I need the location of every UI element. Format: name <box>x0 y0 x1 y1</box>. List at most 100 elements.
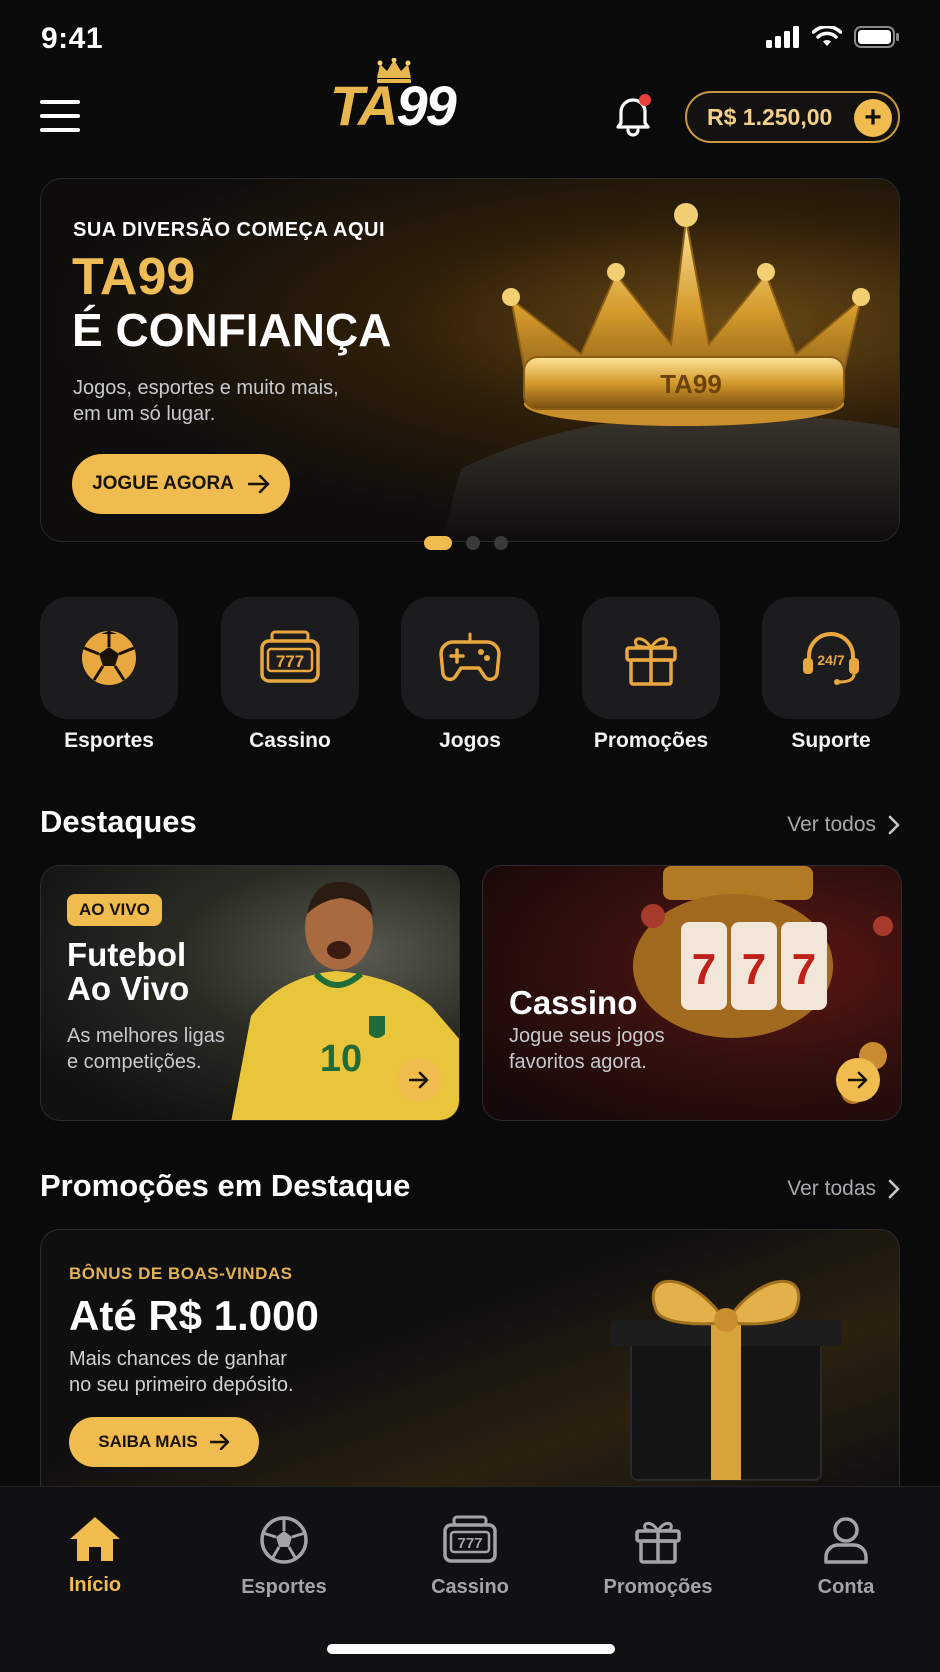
nav-inicio[interactable]: Início <box>25 1515 165 1597</box>
carousel-dot-2[interactable] <box>466 536 480 550</box>
card-subtitle-line2: e competições. <box>67 1051 202 1073</box>
gift-box-illustration <box>611 1279 841 1481</box>
notifications-button[interactable] <box>610 92 656 138</box>
nav-label: Conta <box>817 1576 875 1598</box>
category-label: Suporte <box>791 729 871 752</box>
card-subtitle: As melhores ligas e competições. <box>67 1023 225 1075</box>
arrow-right-icon <box>409 1071 429 1089</box>
svg-text:777: 777 <box>276 652 304 671</box>
crown-illustration: TA99 <box>441 203 899 541</box>
user-icon <box>824 1517 868 1564</box>
hero-title: É CONFIANÇA <box>72 304 392 356</box>
see-all-label: Ver todos <box>787 813 876 836</box>
card-title: Futebol Ao Vivo <box>67 938 189 1006</box>
promo-title: Até R$ 1.000 <box>69 1292 319 1339</box>
gift-icon <box>635 1521 681 1564</box>
svg-text:777: 777 <box>457 1535 482 1552</box>
promo-subtitle-line2: no seu primeiro depósito. <box>69 1374 294 1396</box>
chevron-right-icon <box>888 815 900 835</box>
hero-subtitle: Jogos, esportes e muito mais, em um só l… <box>73 375 393 427</box>
menu-button[interactable] <box>40 100 80 134</box>
promo-subtitle-line1: Mais chances de ganhar <box>69 1348 287 1370</box>
crown-text: TA99 <box>660 369 722 399</box>
card-subtitle-line1: Jogue seus jogos <box>509 1025 665 1047</box>
gift-icon <box>625 637 677 686</box>
category-tile: 24/7 <box>762 597 900 719</box>
category-label: Esportes <box>64 729 154 752</box>
home-icon <box>70 1517 120 1561</box>
reel-1: 7 <box>692 945 716 994</box>
category-label: Promoções <box>593 729 709 752</box>
category-tile <box>40 597 178 719</box>
status-icons <box>766 26 900 48</box>
carousel-dots <box>424 536 508 550</box>
soccer-ball-icon <box>82 631 136 685</box>
card-subtitle-line2: favoritos agora. <box>509 1051 647 1073</box>
category-label: Jogos <box>439 729 501 752</box>
headset-text: 24/7 <box>817 652 844 668</box>
carousel-dot-1[interactable] <box>424 536 452 550</box>
hero-banner[interactable]: TA99 SUA DIVERSÃO COMEÇA AQUI TA99 É CON… <box>40 178 900 542</box>
battery-icon <box>854 26 899 48</box>
promotions-see-all[interactable]: Ver todas <box>787 1177 900 1201</box>
highlight-card-football[interactable]: 10 AO VIVO Futebol Ao Vivo As melhores l… <box>40 865 460 1121</box>
card-title: Cassino <box>509 984 638 1021</box>
hero-subtitle-line2: em um só lugar. <box>73 403 216 425</box>
balance-pill[interactable]: R$ 1.250,00 + <box>685 91 900 143</box>
soccer-ball-icon <box>260 1516 308 1564</box>
hero-subtitle-line1: Jogos, esportes e muito mais, <box>73 377 339 399</box>
menu-line <box>40 100 80 104</box>
nav-cassino[interactable]: 777 Cassino <box>400 1515 540 1599</box>
chevron-right-icon <box>888 1179 900 1199</box>
menu-line <box>40 114 80 118</box>
bell-icon <box>616 94 651 137</box>
card-subtitle: Jogue seus jogos favoritos agora. <box>509 1023 665 1075</box>
slot-machine-icon: 777 <box>260 630 320 683</box>
brand-logo[interactable]: TA99 <box>330 58 494 138</box>
nav-conta[interactable]: Conta <box>776 1515 916 1599</box>
highlights-see-all[interactable]: Ver todos <box>787 813 900 837</box>
arrow-right-icon <box>848 1071 868 1089</box>
slot-machine-icon: 777 <box>443 1515 497 1563</box>
arrow-right-icon <box>209 1434 229 1450</box>
highlight-card-casino[interactable]: 7 7 7 Cassino Jogue seus jogos favoritos… <box>482 865 902 1121</box>
card-arrow-button[interactable] <box>836 1058 880 1102</box>
promo-subtitle: Mais chances de ganhar no seu primeiro d… <box>69 1346 369 1398</box>
live-badge: AO VIVO <box>67 894 162 926</box>
play-now-button[interactable]: JOGUE AGORA <box>72 454 290 514</box>
nav-esportes[interactable]: Esportes <box>214 1515 354 1599</box>
play-now-label: JOGUE AGORA <box>92 473 234 494</box>
promo-banner[interactable]: BÔNUS DE BOAS-VINDAS Até R$ 1.000 Mais c… <box>40 1229 900 1489</box>
card-arrow-button[interactable] <box>397 1058 441 1102</box>
promo-kicker: BÔNUS DE BOAS-VINDAS <box>69 1264 293 1283</box>
hero-kicker: SUA DIVERSÃO COMEÇA AQUI <box>73 219 386 241</box>
category-label: Cassino <box>249 729 331 752</box>
nav-promocoes[interactable]: Promoções <box>588 1515 728 1599</box>
gamepad-icon <box>439 632 501 682</box>
category-jogos[interactable]: Jogos <box>401 597 539 753</box>
category-cassino[interactable]: 777 Cassino <box>221 597 359 753</box>
nav-label: Esportes <box>241 1576 327 1598</box>
see-all-label: Ver todas <box>787 1177 876 1200</box>
arrow-right-icon <box>247 475 270 493</box>
status-time: 9:41 <box>41 22 104 55</box>
carousel-dot-3[interactable] <box>494 536 508 550</box>
card-title-line1: Futebol <box>67 936 187 973</box>
reel-3: 7 <box>792 945 816 994</box>
promotions-title: Promoções em Destaque <box>40 1168 411 1203</box>
category-suporte[interactable]: 24/7 Suporte <box>762 597 900 753</box>
highlights-title: Destaques <box>40 804 197 839</box>
hero-brand: TA99 <box>72 248 196 306</box>
reel-2: 7 <box>742 945 766 994</box>
category-tile <box>582 597 720 719</box>
card-title-line2: Ao Vivo <box>67 970 190 1007</box>
learn-more-button[interactable]: SAIBA MAIS <box>69 1417 259 1467</box>
card-subtitle-line1: As melhores ligas <box>67 1025 225 1047</box>
category-promocoes[interactable]: Promoções <box>582 597 720 753</box>
nav-label: Início <box>68 1574 122 1596</box>
headset-icon: 24/7 <box>803 632 859 685</box>
add-funds-button[interactable]: + <box>854 99 892 137</box>
category-tile <box>401 597 539 719</box>
learn-more-label: SAIBA MAIS <box>98 1432 198 1451</box>
category-esportes[interactable]: Esportes <box>40 597 178 753</box>
